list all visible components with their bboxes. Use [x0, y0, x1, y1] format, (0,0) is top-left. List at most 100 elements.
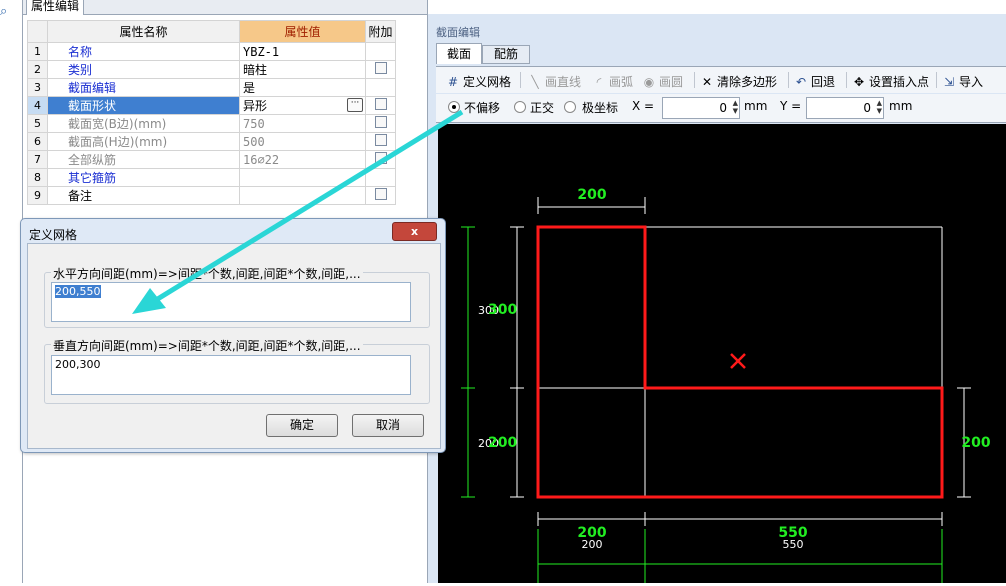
tab-section[interactable]: 截面 — [436, 43, 482, 64]
extra-cell — [365, 96, 396, 115]
prop-value[interactable]: 是 — [239, 78, 366, 97]
prop-value[interactable]: YBZ-1 — [239, 42, 366, 61]
clear-polygon-button[interactable]: ✕ 清除多边形 — [700, 73, 777, 90]
spinner-arrows-icon[interactable]: ▲ ▼ — [733, 99, 738, 115]
header-extra[interactable]: 附加 — [365, 20, 396, 43]
vertical-spacing-input[interactable]: 200,300 — [51, 355, 411, 395]
table-row[interactable]: 2 类别 暗柱 — [27, 60, 396, 79]
toolbar-divider — [520, 72, 521, 88]
dialog-title: 定义网格 — [29, 228, 78, 242]
extra-checkbox[interactable] — [374, 116, 387, 128]
toolbar-divider — [694, 72, 695, 88]
radio-polar[interactable] — [564, 101, 576, 113]
row-index: 2 — [27, 60, 48, 79]
table-row[interactable]: 7 全部纵筋 16⌀22 — [27, 150, 396, 169]
draw-line-button[interactable]: ╲ 画直线 — [528, 73, 581, 90]
ellipsis-button[interactable]: ··· — [347, 98, 363, 112]
dim-top: 200 — [577, 187, 606, 203]
dim-left-upper-green: 300 — [488, 302, 517, 318]
extra-cell — [365, 42, 396, 61]
table-row[interactable]: 3 截面编辑 是 — [27, 78, 396, 97]
horizontal-spacing-input[interactable]: 200,550 — [51, 282, 411, 322]
close-icon[interactable]: x — [392, 222, 437, 241]
draw-arc-button[interactable]: ◜ 画弧 — [592, 73, 633, 90]
row-index: 5 — [27, 114, 48, 133]
ok-button[interactable]: 确定 — [266, 414, 338, 437]
radio-no-offset[interactable] — [448, 101, 460, 113]
prop-name: 备注 — [47, 186, 240, 205]
cancel-button[interactable]: 取消 — [352, 414, 424, 437]
extra-checkbox[interactable] — [374, 134, 387, 146]
prop-value-cell[interactable]: 异形 ··· — [239, 96, 366, 115]
extra-cell — [365, 78, 396, 97]
property-grid: 属性名称 属性值 附加 1 名称 YBZ-1 2 类别 暗柱 3 截面编辑 是 … — [27, 20, 396, 205]
header-name[interactable]: 属性名称 — [47, 20, 240, 43]
prop-value[interactable]: 750 — [239, 114, 366, 133]
extra-checkbox[interactable] — [374, 188, 387, 200]
extra-cell — [365, 186, 396, 205]
row-index: 7 — [27, 150, 48, 169]
prop-value[interactable] — [239, 186, 366, 205]
y-label: Y = — [780, 99, 802, 113]
prop-value[interactable]: 500 — [239, 132, 366, 151]
circle-icon: ◉ — [643, 75, 655, 89]
row-index: 4 — [27, 96, 48, 115]
row-index: 9 — [27, 186, 48, 205]
extra-checkbox[interactable] — [374, 98, 387, 110]
extra-checkbox[interactable] — [374, 152, 387, 164]
prop-name: 其它箍筋 — [47, 168, 240, 187]
section-editor-title: 截面编辑 — [436, 26, 480, 39]
toolbar-divider — [788, 72, 789, 88]
insert-point-icon: ✥ — [853, 75, 865, 89]
row-index: 1 — [27, 42, 48, 61]
import-label: 导入 — [959, 75, 984, 89]
table-row-selected[interactable]: 4 截面形状 异形 ··· — [27, 96, 396, 115]
prop-name: 类别 — [47, 60, 240, 79]
draw-arc-label: 画弧 — [609, 75, 634, 89]
prop-name: 全部纵筋 — [47, 150, 240, 169]
draw-circle-label: 画圆 — [659, 75, 684, 89]
table-row[interactable]: 8 其它箍筋 — [27, 168, 396, 187]
search-icon[interactable]: ⌕ — [0, 4, 18, 20]
header-value[interactable]: 属性值 — [239, 20, 366, 43]
prop-value: 异形 — [243, 99, 268, 113]
tab-property-edit[interactable]: 属性编辑 — [26, 0, 85, 15]
undo-label: 回退 — [811, 75, 836, 89]
define-grid-button[interactable]: # 定义网格 — [446, 73, 511, 90]
set-insert-point-button[interactable]: ✥ 设置插入点 — [852, 73, 929, 90]
table-row[interactable]: 1 名称 YBZ-1 — [27, 42, 396, 61]
spinner-arrows-icon[interactable]: ▲ ▼ — [877, 99, 882, 115]
prop-value[interactable]: 16⌀22 — [239, 150, 366, 169]
y-value: 0 — [863, 101, 871, 115]
extra-cell — [365, 132, 396, 151]
define-grid-dialog: 定义网格 x 水平方向间距(mm)=>间距*个数,间距,间距*个数,间距,...… — [20, 218, 446, 453]
white-dimension-lines — [510, 197, 971, 526]
clear-polygon-label: 清除多边形 — [717, 75, 778, 89]
toolbar-divider — [936, 72, 937, 88]
extra-checkbox[interactable] — [374, 62, 387, 74]
x-input[interactable]: 0 ▲ ▼ — [662, 97, 740, 119]
prop-value[interactable] — [239, 168, 366, 187]
y-input[interactable]: 0 ▲ ▼ — [806, 97, 884, 119]
extra-cell — [365, 60, 396, 79]
draw-circle-button[interactable]: ◉ 画圆 — [642, 73, 683, 90]
table-row[interactable]: 6 截面高(H边)(mm) 500 — [27, 132, 396, 151]
table-row[interactable]: 5 截面宽(B边)(mm) 750 — [27, 114, 396, 133]
polar-label: 极坐标 — [582, 101, 619, 115]
orthogonal-label: 正交 — [530, 101, 555, 115]
toolbar-divider — [846, 72, 847, 88]
dim-bottom-right-small: 550 — [783, 538, 804, 551]
y-unit: mm — [889, 99, 913, 113]
extra-cell — [365, 168, 396, 187]
green-dimension-lines — [461, 226, 943, 583]
radio-orthogonal[interactable] — [514, 101, 526, 113]
prop-name: 截面宽(B边)(mm) — [47, 114, 240, 133]
undo-button[interactable]: ↶ 回退 — [794, 73, 835, 90]
row-index: 3 — [27, 78, 48, 97]
drawing-canvas[interactable]: 200 300 300 200 200 200 200 200 550 550 — [438, 124, 1006, 583]
prop-value[interactable]: 暗柱 — [239, 60, 366, 79]
tab-reinforcement[interactable]: 配筋 — [482, 45, 530, 64]
import-button[interactable]: ⇲ 导入 — [942, 73, 983, 90]
prop-name: 截面编辑 — [47, 78, 240, 97]
table-row[interactable]: 9 备注 — [27, 186, 396, 205]
